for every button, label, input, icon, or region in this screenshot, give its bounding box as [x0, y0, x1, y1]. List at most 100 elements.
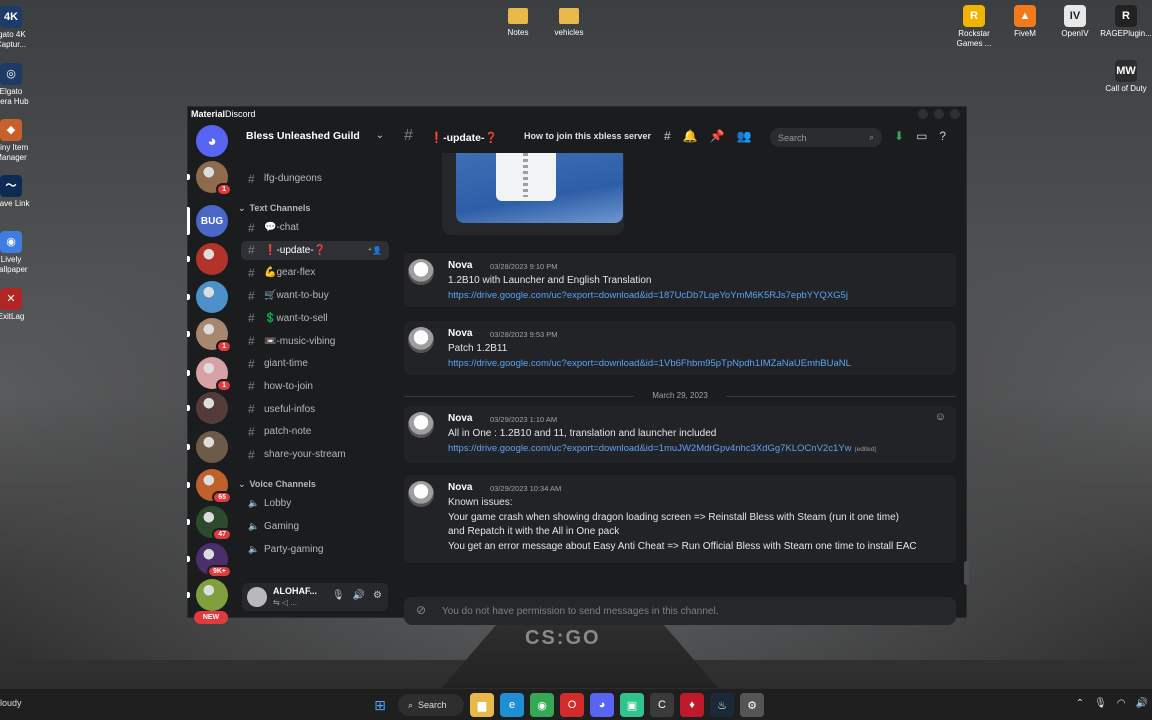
message[interactable]: Nova 03/29/2023 10:34 AM Known issues: Your…: [404, 475, 956, 563]
inbox-icon[interactable]: ▭: [916, 129, 927, 143]
minimize-button[interactable]: [918, 109, 928, 119]
text-channel[interactable]: # how-to-join: [241, 377, 389, 396]
message-link[interactable]: https://drive.google.com/uc?export=downl…: [448, 358, 851, 369]
server-icon[interactable]: 1: [196, 161, 232, 196]
weather-widget[interactable]: loudy: [0, 698, 22, 708]
threads-icon[interactable]: #: [664, 129, 671, 143]
explorer-icon[interactable]: ▆: [470, 693, 494, 717]
message-author[interactable]: Nova: [448, 413, 472, 424]
gear-icon[interactable]: ⚙: [373, 590, 382, 601]
message-author[interactable]: Nova: [448, 482, 472, 493]
chevron-up-icon[interactable]: ⌃: [1076, 698, 1084, 709]
attachment-preview[interactable]: [442, 153, 624, 235]
desktop-icon[interactable]: 〜 Wave Link: [0, 175, 46, 209]
chevron-down-icon[interactable]: ⌄: [376, 130, 384, 141]
avatar[interactable]: [247, 587, 267, 607]
edge-icon[interactable]: e: [500, 693, 524, 717]
add-member-icon[interactable]: ⁺👤: [368, 246, 382, 255]
settings-icon[interactable]: ⚙: [740, 693, 764, 717]
server-icon[interactable]: 1: [196, 318, 232, 353]
desktop-icon[interactable]: ✕ ExitLag: [0, 288, 46, 322]
desktop-icon[interactable]: ◆ stiny Item Manager: [0, 119, 46, 163]
channel-name: 💲want-to-sell: [264, 312, 328, 324]
message[interactable]: Nova 03/28/2023 9:53 PM Patch 1.2B11 https:…: [404, 321, 956, 375]
message[interactable]: Nova 03/29/2023 1:10 AM All in One : 1.2B1…: [404, 406, 956, 463]
avatar[interactable]: [408, 327, 434, 353]
opera-icon[interactable]: O: [560, 693, 584, 717]
steam-icon[interactable]: ♨: [710, 693, 734, 717]
text-channel[interactable]: # 📼-music-vibing: [241, 332, 389, 351]
category-text-channels[interactable]: ⌄ Text Channels: [238, 203, 310, 214]
server-icon[interactable]: [196, 431, 228, 463]
scrollbar[interactable]: [964, 561, 969, 585]
server-icon[interactable]: BUG: [196, 205, 228, 237]
server-icon[interactable]: [196, 579, 228, 611]
text-channel[interactable]: # patch-note: [241, 422, 389, 441]
server-icon[interactable]: 47: [196, 506, 232, 541]
text-channel[interactable]: # 🛒want-to-buy: [241, 286, 389, 305]
unread-indicator: [187, 444, 190, 450]
message-composer[interactable]: ⊘ You do not have permission to send mes…: [404, 597, 956, 625]
text-channel[interactable]: # 💲want-to-sell: [241, 309, 389, 328]
text-channel[interactable]: # lfg-dungeons: [241, 169, 389, 188]
voice-channel[interactable]: 🔈 Party-gaming: [241, 540, 389, 559]
desktop-icon[interactable]: ◎ Elgato mera Hub: [0, 63, 46, 107]
search-input[interactable]: Search ⌕: [770, 128, 882, 147]
taskbar-search[interactable]: ⌕ Search: [398, 694, 464, 716]
help-icon[interactable]: ?: [939, 129, 946, 143]
microphone-icon[interactable]: 🎙: [1094, 698, 1107, 709]
avatar[interactable]: [408, 259, 434, 285]
microphone-icon[interactable]: 🎙: [332, 590, 345, 601]
discord-icon[interactable]: ◕: [590, 693, 614, 717]
server-icon[interactable]: [196, 281, 228, 313]
desktop-icon[interactable]: vehicles: [534, 8, 604, 38]
pin-icon[interactable]: 📌: [710, 129, 725, 143]
voice-channel[interactable]: 🔈 Lobby: [241, 494, 389, 513]
wifi-icon[interactable]: ◠: [1117, 698, 1126, 709]
voice-channel[interactable]: 🔈 Gaming: [241, 517, 389, 536]
username[interactable]: ALOHAF...: [273, 586, 317, 596]
chrome-icon[interactable]: ◉: [530, 693, 554, 717]
avatar[interactable]: [408, 481, 434, 507]
maximize-button[interactable]: [934, 109, 944, 119]
desktop-icon[interactable]: 4K lgato 4K Captur...: [0, 6, 46, 50]
windows-start-icon[interactable]: ⊞: [368, 693, 392, 717]
server-icon[interactable]: 65: [196, 469, 232, 504]
app-icon: ▲: [1014, 5, 1036, 27]
server-icon[interactable]: [196, 392, 228, 424]
desktop-icon[interactable]: ◉ Lively Vallpaper: [0, 231, 46, 275]
emoji-icon[interactable]: ☺: [935, 411, 946, 423]
message[interactable]: Nova 03/28/2023 9:10 PM 1.2B10 with Launch…: [404, 253, 956, 307]
category-voice-channels[interactable]: ⌄ Voice Channels: [238, 479, 316, 490]
discord-home-icon[interactable]: ◕: [196, 125, 228, 157]
app-icon[interactable]: ▣: [620, 693, 644, 717]
desktop-icon[interactable]: MW Call of Duty: [1091, 60, 1152, 94]
new-badge[interactable]: NEW: [194, 611, 228, 624]
text-channel[interactable]: # 💬-chat: [241, 218, 389, 237]
server-icon[interactable]: [196, 243, 228, 275]
text-channel[interactable]: # giant-time: [241, 354, 389, 373]
guild-name[interactable]: Bless Unleashed Guild: [246, 130, 360, 142]
message-link[interactable]: https://drive.google.com/uc?export=downl…: [448, 290, 848, 301]
volume-icon[interactable]: 🔊: [1136, 698, 1148, 709]
download-icon[interactable]: ⬇: [894, 129, 904, 143]
headphones-icon[interactable]: 🔊: [353, 590, 365, 601]
avatar[interactable]: [408, 412, 434, 438]
message-link[interactable]: https://drive.google.com/uc?export=downl…: [448, 443, 877, 454]
red-icon[interactable]: ♦: [680, 693, 704, 717]
text-channel[interactable]: # 💪gear-flex: [241, 263, 389, 282]
members-icon[interactable]: 👥: [737, 129, 752, 143]
desktop-icon[interactable]: R RAGEPlugin...: [1091, 5, 1152, 39]
message-author[interactable]: Nova: [448, 260, 472, 271]
text-channel[interactable]: # useful-infos: [241, 400, 389, 419]
ccleaner-icon[interactable]: C: [650, 693, 674, 717]
server-icon[interactable]: 9K+: [196, 543, 232, 578]
bell-icon[interactable]: 🔔: [683, 129, 698, 143]
close-button[interactable]: [950, 109, 960, 119]
text-channel[interactable]: # ❗-update-❓ ⁺👤: [241, 240, 389, 260]
message-author[interactable]: Nova: [448, 328, 472, 339]
window-titlebar[interactable]: Material Discord: [188, 107, 966, 121]
text-channel[interactable]: # share-your-stream: [241, 445, 389, 464]
channel-topic[interactable]: How to join this xbless server: [524, 131, 651, 141]
server-icon[interactable]: 1: [196, 357, 232, 392]
